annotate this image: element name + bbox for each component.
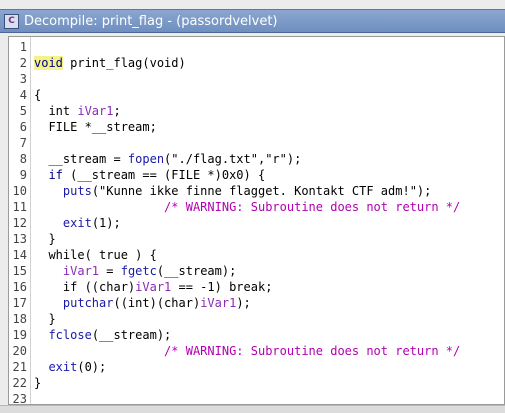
line-number: 13 [12, 232, 27, 246]
comment-token[interactable]: /* WARNING: Subroutine does not return *… [164, 200, 460, 214]
code-line[interactable]: 7 [9, 135, 504, 151]
code-line[interactable]: 9 if (__stream == (FILE *)0x0) { [9, 167, 504, 183]
variable-token[interactable]: iVar1 [200, 296, 236, 310]
line-number: 7 [19, 136, 27, 150]
code-text[interactable]: } [34, 231, 55, 247]
line-number: 6 [19, 120, 27, 134]
code-line[interactable]: 8 __stream = fopen("./flag.txt","r"); [9, 151, 504, 167]
line-number: 22 [12, 376, 27, 390]
window-bottom-border [0, 405, 505, 413]
line-number: 11 [12, 200, 27, 214]
line-number: 23 [12, 392, 27, 405]
line-number: 4 [19, 88, 27, 102]
code-line[interactable]: 15 iVar1 = fgetc(__stream); [9, 263, 504, 279]
code-text[interactable]: while( true ) { [34, 247, 156, 263]
line-number: 3 [19, 72, 27, 86]
code-text[interactable]: (1); [92, 216, 121, 230]
code-line[interactable]: 2 void print_flag(void) [9, 55, 504, 71]
keyword-token[interactable]: if [34, 168, 70, 182]
code-line[interactable]: 22} [9, 375, 504, 391]
code-text[interactable]: = [99, 264, 121, 278]
variable-token[interactable]: iVar1 [63, 264, 99, 278]
code-text[interactable]: { [34, 87, 41, 103]
code-line[interactable]: 16 if ((char)iVar1 == -1) break; [9, 279, 504, 295]
code-text[interactable]: ((int)(char) [113, 296, 200, 310]
code-text[interactable]: ("./flag.txt","r"); [164, 152, 301, 166]
code-line[interactable]: 5 int iVar1; [9, 103, 504, 119]
code-line[interactable]: 1 [9, 39, 504, 55]
code-line[interactable]: 23 [9, 391, 504, 405]
function-token[interactable]: exit [63, 216, 92, 230]
code-text[interactable]: (__stream == (FILE *)0x0) { [70, 168, 265, 182]
code-text[interactable]: int [34, 104, 77, 118]
line-number: 21 [12, 360, 27, 374]
code-line[interactable]: 4{ [9, 87, 504, 103]
code-text[interactable]: __stream = [34, 152, 128, 166]
line-number: 12 [12, 216, 27, 230]
code-line[interactable]: 10 puts("Kunne ikke finne flagget. Konta… [9, 183, 504, 199]
window-title: Decompile: print_flag - (passordvelvet) [24, 14, 278, 29]
line-number: 5 [19, 104, 27, 118]
window-titlebar[interactable]: C Decompile: print_flag - (passordvelvet… [0, 9, 505, 33]
line-number: 10 [12, 184, 27, 198]
variable-token[interactable]: iVar1 [135, 280, 171, 294]
code-text[interactable]: ; [113, 104, 120, 118]
function-token[interactable]: exit [48, 360, 77, 374]
code-line[interactable]: 6 FILE *__stream; [9, 119, 504, 135]
function-token[interactable]: fopen [128, 152, 164, 166]
function-token[interactable]: fgetc [121, 264, 157, 278]
keyword-token[interactable]: void [34, 56, 63, 70]
function-signature[interactable]: print_flag(void) [63, 56, 186, 70]
code-text[interactable]: (0); [77, 360, 106, 374]
code-text[interactable]: (__stream); [157, 264, 236, 278]
line-number: 8 [19, 152, 27, 166]
function-token[interactable]: putchar [63, 296, 114, 310]
code-line[interactable]: 3 [9, 71, 504, 87]
code-line[interactable]: 14 while( true ) { [9, 247, 504, 263]
function-token[interactable]: fclose [48, 328, 91, 342]
code-text[interactable]: (__stream); [92, 328, 171, 342]
line-number: 9 [19, 168, 27, 182]
code-text[interactable]: ("Kunne ikke finne flagget. Kontakt CTF … [92, 184, 432, 198]
code-text[interactable]: if ((char) [63, 280, 135, 294]
comment-token[interactable]: /* WARNING: Subroutine does not return *… [164, 344, 460, 358]
code-line[interactable]: 21 exit(0); [9, 359, 504, 375]
code-line[interactable]: 11 /* WARNING: Subroutine does not retur… [9, 199, 504, 215]
line-number: 2 [19, 56, 27, 70]
line-number: 16 [12, 280, 27, 294]
line-number: 17 [12, 296, 27, 310]
line-number: 14 [12, 248, 27, 262]
code-text[interactable]: } [34, 375, 41, 391]
code-line[interactable]: 17 putchar((int)(char)iVar1); [9, 295, 504, 311]
line-number: 19 [12, 328, 27, 342]
ghidra-decompiler-icon: C [4, 14, 19, 29]
code-text[interactable]: == -1) break; [171, 280, 273, 294]
code-line[interactable]: 20 /* WARNING: Subroutine does not retur… [9, 343, 504, 359]
variable-token[interactable]: iVar1 [77, 104, 113, 118]
code-line[interactable]: 13 } [9, 231, 504, 247]
code-text[interactable]: } [34, 311, 55, 327]
code-line[interactable]: 18 } [9, 311, 504, 327]
code-text[interactable]: FILE *__stream; [34, 119, 156, 135]
function-token[interactable]: puts [63, 184, 92, 198]
line-number: 1 [19, 40, 27, 54]
code-line[interactable]: 12 exit(1); [9, 215, 504, 231]
line-number: 15 [12, 264, 27, 278]
code-text[interactable]: ); [236, 296, 250, 310]
line-number: 20 [12, 344, 27, 358]
code-editor[interactable]: 1 2 void print_flag(void) 3 4{ 5 int iVar… [8, 36, 505, 405]
code-line[interactable]: 19 fclose(__stream); [9, 327, 504, 343]
line-number: 18 [12, 312, 27, 326]
decompiler-window: C Decompile: print_flag - (passordvelvet… [0, 0, 505, 413]
